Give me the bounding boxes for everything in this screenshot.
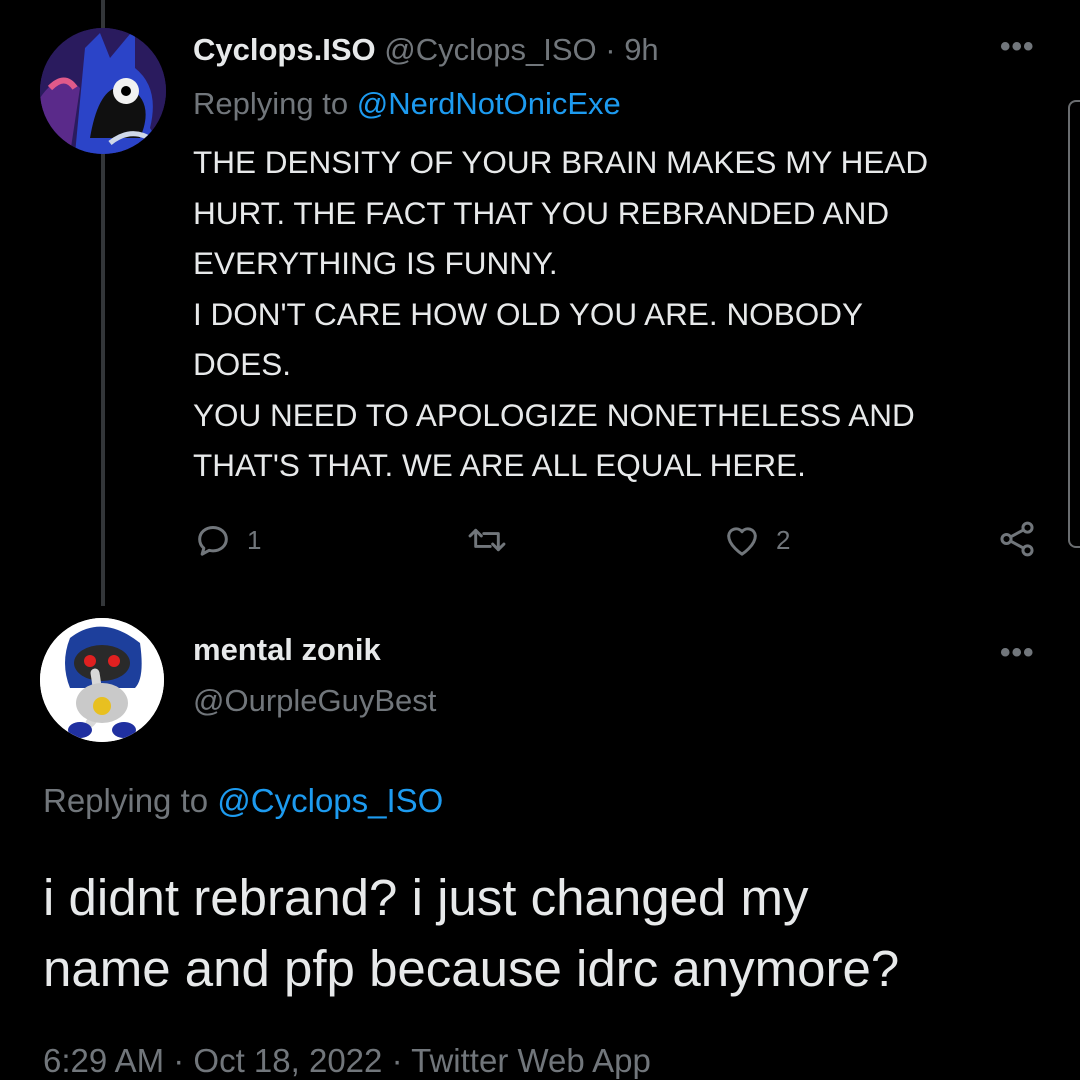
tweet2-source[interactable]: Twitter Web App [411, 1042, 651, 1079]
tweet2-separator: · [173, 1042, 185, 1079]
tweet1-body-line: THE DENSITY OF YOUR BRAIN MAKES MY HEAD [193, 144, 929, 180]
tweet2-time[interactable]: 6:29 AM [43, 1042, 164, 1079]
share-button[interactable] [996, 518, 1038, 560]
tweet2-separator: · [391, 1042, 403, 1079]
tweet1-replying-prefix: Replying to [193, 86, 349, 121]
tweet2-more-icon[interactable]: ••• [1000, 636, 1035, 670]
tweet2-display-name[interactable]: mental zonik [193, 632, 381, 667]
tweet1-body-line: YOU NEED TO APOLOGIZE NONETHELESS AND [193, 396, 915, 433]
retweet-icon [468, 528, 506, 552]
reply-count: 1 [247, 524, 262, 555]
tweet2-replying-prefix: Replying to [43, 782, 209, 819]
tweet1-handle[interactable]: @Cyclops_ISO [384, 32, 596, 67]
like-count: 2 [776, 524, 791, 555]
tweet1-replying: Replying to @NerdNotOnicExe [193, 86, 621, 122]
scrollbar[interactable] [1068, 100, 1080, 548]
avatar-image [40, 618, 164, 742]
avatar-cyclops[interactable] [40, 28, 166, 154]
tweet2-body: i didnt rebrand? i just changed my name … [43, 862, 899, 1004]
tweet2-display-name-row: mental zonik [193, 632, 381, 668]
tweet1-replying-handle[interactable]: @NerdNotOnicExe [357, 86, 621, 121]
avatar-mental-zonik[interactable] [40, 618, 164, 742]
tweet1-body-line: HURT. THE FACT THAT YOU REBRANDED AND [193, 194, 890, 231]
share-icon [1000, 521, 1034, 557]
tweet1-display-name[interactable]: Cyclops.ISO [193, 32, 376, 67]
tweet1-body-line: DOES. [193, 346, 292, 382]
tweet2-handle[interactable]: @OurpleGuyBest [193, 683, 436, 718]
tweet1-body-line: THAT'S THAT. WE ARE ALL EQUAL HERE. [193, 447, 806, 483]
tweet2-replying-handle[interactable]: @Cyclops_ISO [217, 782, 443, 819]
heart-icon [727, 527, 757, 556]
tweet1-header: Cyclops.ISO @Cyclops_ISO · 9h [193, 32, 659, 68]
tweet1-body-line: EVERYTHING IS FUNNY. [193, 245, 558, 281]
tweet2-replying: Replying to @Cyclops_ISO [43, 782, 443, 820]
tweet2-handle-row: @OurpleGuyBest [193, 683, 436, 719]
tweet1-body-line: I DON'T CARE HOW OLD YOU ARE. NOBODY [193, 295, 863, 332]
tweet1-separator: · [605, 32, 616, 67]
tweet1-more-icon[interactable]: ••• [1000, 30, 1035, 64]
tweet2-body-line: i didnt rebrand? i just changed my [43, 869, 809, 926]
avatar-image [40, 28, 166, 154]
reply-button[interactable]: 1 [193, 520, 261, 560]
tweet1-body: THE DENSITY OF YOUR BRAIN MAKES MY HEAD … [193, 137, 1053, 491]
reply-icon [198, 526, 228, 556]
tweet2-body-line: name and pfp because idrc anymore? [43, 940, 900, 997]
tweet1-time[interactable]: 9h [624, 32, 658, 67]
retweet-button[interactable] [466, 520, 508, 560]
tweet2-footer: 6:29 AM · Oct 18, 2022 · Twitter Web App [43, 1042, 651, 1080]
tweet2-date[interactable]: Oct 18, 2022 [193, 1042, 382, 1079]
like-button[interactable]: 2 [722, 520, 790, 560]
